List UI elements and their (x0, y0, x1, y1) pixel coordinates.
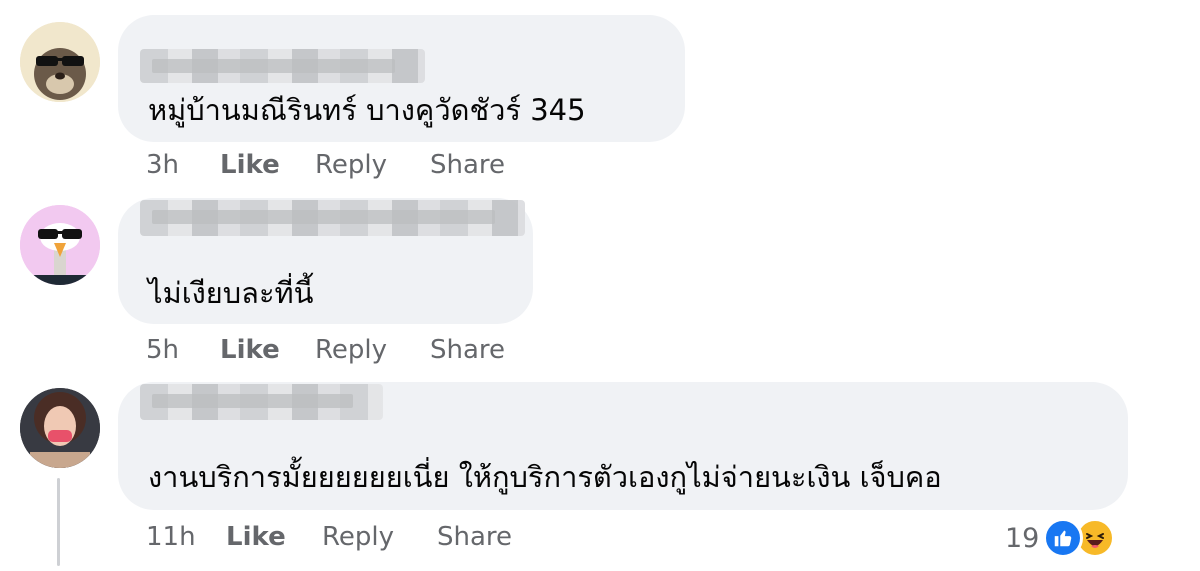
goose-avatar-icon (20, 205, 100, 285)
reaction-count: 19 (1005, 522, 1040, 554)
share-button[interactable]: Share (430, 335, 505, 365)
comment-bubble: ไม่เงียบละที่นี้ (118, 198, 533, 324)
comment-timestamp[interactable]: 11h (146, 522, 196, 552)
thread-line (57, 478, 60, 566)
reply-button[interactable]: Reply (322, 522, 394, 552)
profile-photo-icon (20, 388, 100, 468)
share-button[interactable]: Share (437, 522, 512, 552)
reply-button[interactable]: Reply (315, 335, 387, 365)
avatar[interactable] (20, 388, 100, 468)
author-name-redacted[interactable] (140, 49, 425, 83)
comment-timestamp[interactable]: 5h (146, 335, 179, 365)
comment-text: งานบริการมั้ยยยยยยเนี่ย ให้กูบริการตัวเอ… (148, 460, 942, 494)
comment-bubble: งานบริการมั้ยยยยยยเนี่ย ให้กูบริการตัวเอ… (118, 382, 1128, 510)
reaction-summary[interactable]: 19 (1005, 518, 1116, 558)
author-name-redacted[interactable] (140, 200, 525, 236)
avatar[interactable] (20, 22, 100, 102)
otter-avatar-icon (20, 22, 100, 102)
comment-bubble: หมู่บ้านมณีรินทร์ บางคูวัดชัวร์ 345 (118, 15, 685, 142)
share-button[interactable]: Share (430, 150, 505, 180)
comment-text: หมู่บ้านมณีรินทร์ บางคูวัดชัวร์ 345 (148, 93, 586, 127)
comment-text: ไม่เงียบละที่นี้ (148, 276, 314, 310)
comment-timestamp[interactable]: 3h (146, 150, 179, 180)
author-name-redacted[interactable] (140, 384, 383, 420)
avatar[interactable] (20, 205, 100, 285)
like-button[interactable]: Like (220, 150, 280, 180)
like-icon (1043, 518, 1084, 558)
like-button[interactable]: Like (220, 335, 280, 365)
reply-button[interactable]: Reply (315, 150, 387, 180)
like-button[interactable]: Like (226, 522, 286, 552)
